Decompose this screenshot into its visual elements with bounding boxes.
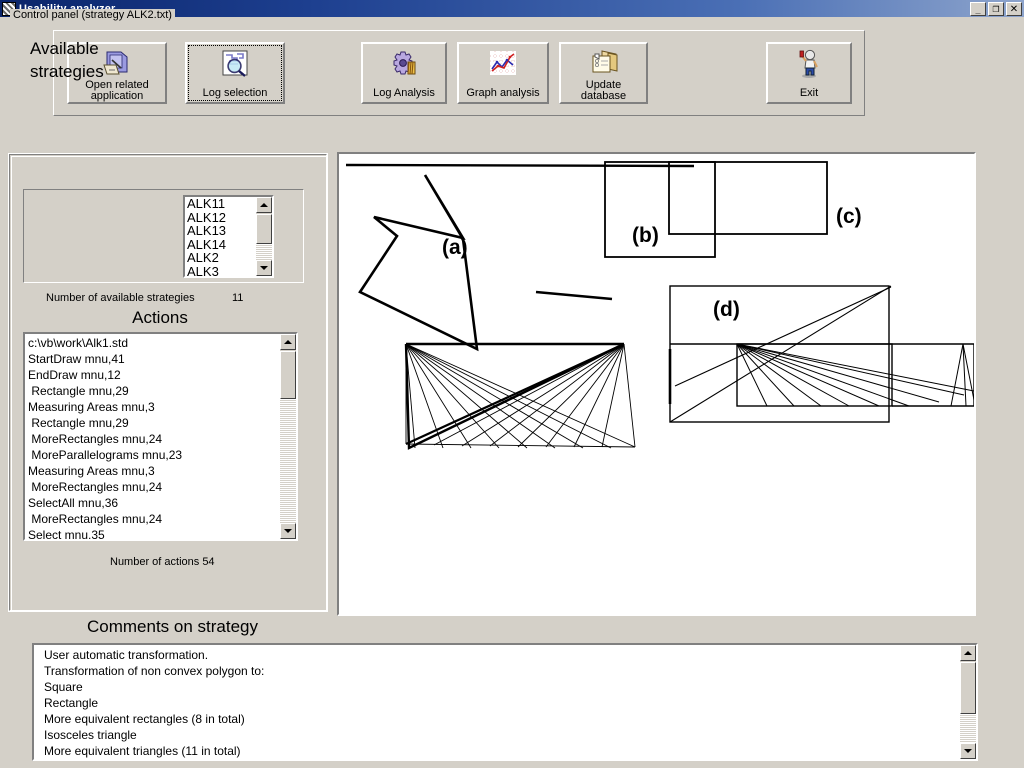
geometry-drawing: (a) (b) (c) (d) [345,161,974,450]
comments-textbox[interactable]: User automatic transformation. Transform… [32,643,978,761]
actions-title: Actions [132,308,188,327]
exit-button[interactable]: Exit [766,42,852,104]
list-item: More equivalent rectangles (8 in total) [44,712,245,726]
list-item[interactable]: EndDraw mnu,12 [28,367,279,383]
num-strategies-label: Number of available strategies [46,292,195,304]
actions-list-items[interactable]: c:\vb\work\Alk1.std StartDraw mnu,41 End… [25,334,279,539]
strategies-list-items[interactable]: ALK11 ALK12 ALK13 ALK14 ALK2 ALK3 [185,197,255,276]
actions-scrollbar[interactable] [280,334,296,539]
list-item[interactable]: Rectangle mnu,29 [28,383,279,399]
list-item[interactable]: Select mnu,35 [28,527,279,539]
list-item: User automatic transformation. [44,648,209,662]
log-selection-label: Log selection [202,87,268,99]
restore-button[interactable]: ❐ [988,2,1004,16]
magnifier-log-icon [219,48,251,80]
list-item: Isosceles triangle [44,728,137,742]
drawing-canvas[interactable]: (a) (b) (c) (d) [337,152,976,616]
figure-triangle-fan-left [404,342,636,450]
client-area: Open related application Log selection L… [0,9,1024,768]
list-item[interactable]: ALK14 [187,237,255,252]
list-item[interactable]: ALK2 [187,251,255,265]
scrollbar-thumb[interactable] [280,351,296,399]
list-item[interactable]: ALK12 [187,210,255,225]
list-item[interactable]: MoreRectangles mnu,24 [28,511,279,527]
scrollbar-thumb[interactable] [256,214,272,244]
log-selection-button[interactable]: Log selection [185,42,285,104]
list-item[interactable]: Rectangle mnu,29 [28,415,279,431]
list-item[interactable]: MoreRectangles mnu,24 [28,431,279,447]
available-strategies-label: Available strategies [30,39,104,81]
comments-scrollbar[interactable] [960,645,976,759]
scrollbar-thumb[interactable] [960,662,976,714]
scroll-down-arrow-icon[interactable] [280,523,296,539]
update-database-button[interactable]: Update database [559,42,648,104]
figure-label-a: (a) [442,236,468,259]
log-analysis-button[interactable]: Log Analysis [361,42,447,104]
list-item[interactable]: ALK11 [187,197,255,211]
figure-c-rectangle [668,161,828,235]
figure-label-d: (d) [713,298,740,321]
comments-lines[interactable]: User automatic transformation. Transform… [34,645,959,759]
toolbar-panel: Open related application Log selection L… [53,30,865,116]
list-item[interactable]: ALK3 [187,264,255,276]
list-item: Rectangle [44,696,99,710]
list-item[interactable]: c:\vb\work\Alk1.std [28,335,279,351]
minimize-button[interactable]: _ [970,2,986,16]
num-actions-label: Number of actions 54 [110,556,215,568]
close-button[interactable]: ✕ [1006,2,1022,16]
num-strategies-value: 11 [232,292,244,304]
list-item: More equivalent triangles (11 in total) [44,744,241,758]
gear-analysis-icon [388,48,420,80]
strategies-scrollbar[interactable] [256,197,272,276]
scroll-up-arrow-icon[interactable] [960,645,976,661]
figure-label-b: (b) [632,224,659,247]
person-wave-icon [793,48,825,80]
strategies-listbox[interactable]: ALK11 ALK12 ALK13 ALK14 ALK2 ALK3 [183,195,274,278]
figure-label-c: (c) [836,205,862,228]
scroll-down-arrow-icon[interactable] [960,743,976,759]
list-item[interactable]: MoreRectangles mnu,24 [28,479,279,495]
graph-analysis-button[interactable]: Graph analysis [457,42,549,104]
log-analysis-label: Log Analysis [373,87,435,99]
open-related-application-label: Open related application [85,79,149,102]
scroll-down-arrow-icon[interactable] [256,260,272,276]
exit-label: Exit [799,87,819,99]
line-chart-icon [487,48,519,80]
list-item[interactable]: Measuring Areas mnu,3 [28,399,279,415]
scroll-up-arrow-icon[interactable] [280,334,296,350]
application-window: Usability analyzer _ ❐ ✕ [0,0,1024,768]
actions-listbox[interactable]: c:\vb\work\Alk1.std StartDraw mnu,41 End… [23,332,298,541]
figure-b-square [604,161,716,258]
list-item[interactable]: StartDraw mnu,41 [28,351,279,367]
update-database-label: Update database [580,79,627,102]
list-item[interactable]: MoreParallelograms mnu,23 [28,447,279,463]
graph-analysis-label: Graph analysis [466,87,540,99]
database-folder-icon [588,48,620,80]
list-item[interactable]: ALK13 [187,224,255,238]
scroll-up-arrow-icon[interactable] [256,197,272,213]
figure-a-nonconvex-polygon [358,174,479,352]
control-panel-legend: Control panel (strategy ALK2.txt) [10,9,175,21]
comments-title: Comments on strategy [86,617,258,636]
list-item[interactable]: SelectAll mnu,36 [28,495,279,511]
list-item: Square [44,680,83,694]
window-controls: _ ❐ ✕ [970,2,1022,16]
list-item[interactable]: Measuring Areas mnu,3 [28,463,279,479]
list-item: Transformation of non convex polygon to: [44,664,265,678]
